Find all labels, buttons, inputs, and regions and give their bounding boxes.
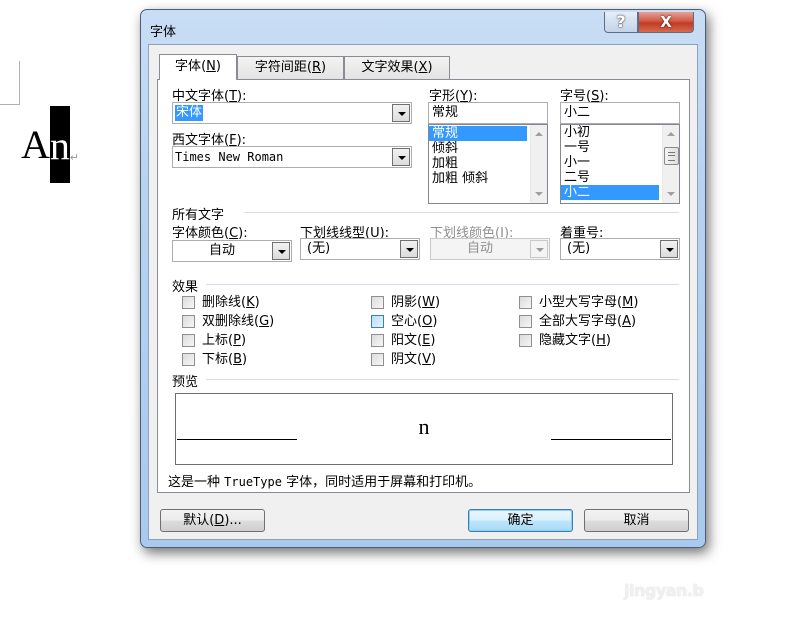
ok-button[interactable]: 确定 (468, 509, 573, 532)
tab-text-effects[interactable]: 文字效果(X) (344, 56, 450, 79)
scroll-down-icon[interactable] (667, 192, 675, 196)
checkbox-label: 删除线(K) (202, 295, 260, 310)
font-style-list[interactable]: 常规 倾斜 加粗 加粗 倾斜 (428, 124, 548, 204)
preview-baseline-right (551, 439, 671, 440)
font-style-input[interactable]: 常规 (428, 102, 548, 124)
watermark: jingyan.b (624, 581, 704, 600)
font-tab-panel: 中文字体(T): 宋体 西文字体(F): Times New Roman 字形(… (157, 79, 690, 493)
preview-section-title: 预览 (172, 375, 199, 390)
font-size-list[interactable]: 小初 一号 小一 二号 小二 (560, 124, 680, 204)
western-font-combo[interactable]: Times New Roman (172, 146, 412, 168)
tab-font[interactable]: 字体(N) (159, 54, 237, 80)
checkbox-label: 空心(O) (391, 314, 438, 329)
checkbox-box[interactable] (182, 315, 195, 328)
checkbox-label: 隐藏文字(H) (539, 333, 611, 348)
font-description: 这是一种 TrueType 字体，同时适用于屏幕和打印机。 (168, 475, 482, 490)
scroll-up-icon[interactable] (535, 132, 543, 136)
checkbox-box[interactable] (182, 334, 195, 347)
effects-section-title: 效果 (172, 280, 199, 295)
help-button[interactable]: ? (604, 12, 638, 33)
checkbox-box[interactable] (371, 334, 384, 347)
checkbox-label: 阳文(E) (391, 333, 436, 348)
checkbox-box[interactable] (519, 334, 532, 347)
chinese-font-combo[interactable]: 宋体 (172, 102, 412, 124)
document-text-plain: A (21, 122, 50, 167)
underline-style-combo[interactable]: (无) (300, 238, 420, 260)
checkbox-label: 全部大写字母(A) (539, 314, 637, 329)
title-bar[interactable]: 字体 ? X (141, 10, 705, 44)
scroll-up-icon[interactable] (667, 132, 675, 136)
chinese-font-value: 宋体 (175, 105, 204, 121)
font-color-label: 字体颜色(C): (172, 226, 248, 241)
all-text-section-title: 所有文字 (172, 208, 225, 223)
underline-color-value: 自动 (466, 241, 493, 256)
access-key: X (418, 60, 428, 75)
document-text[interactable]: An↵ (21, 106, 80, 183)
document-text-selected[interactable]: n (49, 106, 70, 183)
paragraph-mark-icon: ↵ (69, 152, 80, 164)
tab-label: 文字效果 (361, 60, 414, 75)
checkbox-label: 双删除线(G) (202, 314, 275, 329)
emphasis-mark-value: (无) (567, 241, 591, 256)
checkbox-label: 小型大写字母(M) (539, 295, 639, 310)
checkbox-box[interactable] (182, 296, 195, 309)
checkbox-box[interactable] (371, 353, 384, 366)
underline-color-combo: 自动 (430, 238, 550, 260)
checkbox-box[interactable] (182, 353, 195, 366)
page-margin-marker (0, 61, 20, 105)
checkbox-box[interactable] (519, 296, 532, 309)
close-icon: X (660, 13, 672, 31)
set-default-button[interactable]: 默认(D)... (160, 509, 265, 532)
chevron-down-icon[interactable] (400, 240, 418, 258)
preview-sample: n (418, 414, 430, 439)
scroll-thumb[interactable] (664, 147, 679, 165)
font-size-input[interactable]: 小二 (560, 102, 680, 124)
chevron-down-icon (530, 240, 548, 258)
separator (206, 284, 679, 285)
chevron-down-icon[interactable] (660, 240, 678, 258)
underline-style-value: (无) (307, 241, 331, 256)
chevron-down-icon[interactable] (272, 242, 290, 260)
chevron-down-icon[interactable] (392, 104, 410, 122)
cancel-button[interactable]: 取消 (584, 509, 689, 532)
font-size-scrollbar[interactable] (662, 125, 679, 203)
help-icon: ? (616, 12, 626, 31)
access-key: R (311, 60, 322, 75)
tab-label: 字体 (175, 59, 202, 74)
checkbox-label: 下标(B) (202, 352, 248, 367)
list-item[interactable]: 常规 (429, 126, 527, 141)
checkbox-label: 阴影(W) (391, 295, 441, 310)
scroll-down-icon[interactable] (535, 192, 543, 196)
emphasis-mark-combo[interactable]: (无) (560, 238, 680, 260)
font-color-combo[interactable]: 自动 (172, 240, 292, 262)
checkbox-box[interactable] (519, 315, 532, 328)
dialog-title: 字体 (150, 25, 177, 40)
close-button[interactable]: X (638, 12, 694, 33)
access-key: N (206, 59, 216, 74)
checkbox-box[interactable] (371, 296, 384, 309)
separator (206, 379, 679, 380)
font-style-scrollbar[interactable] (530, 125, 547, 203)
checkbox-label: 上标(P) (202, 333, 247, 348)
tab-character-spacing[interactable]: 字符间距(R) (237, 56, 344, 79)
separator (244, 212, 679, 213)
chevron-down-icon[interactable] (392, 148, 410, 166)
checkbox-label: 阴文(V) (391, 352, 437, 367)
dialog-client: 字体(N) 字符间距(R) 文字效果(X) 中文字体(T): 宋体 西文字体(F… (148, 44, 698, 540)
tab-label: 字符间距 (254, 60, 307, 75)
font-dialog: 字体 ? X 字体(N) 字符间距(R) 文字效果(X) 中文字体(T): 宋体… (140, 9, 706, 548)
western-font-value: Times New Roman (175, 150, 284, 164)
checkbox-box[interactable] (371, 315, 384, 328)
list-item[interactable]: 小二 (561, 185, 659, 200)
font-color-value: 自动 (208, 243, 235, 258)
preview-box: n (175, 393, 673, 465)
